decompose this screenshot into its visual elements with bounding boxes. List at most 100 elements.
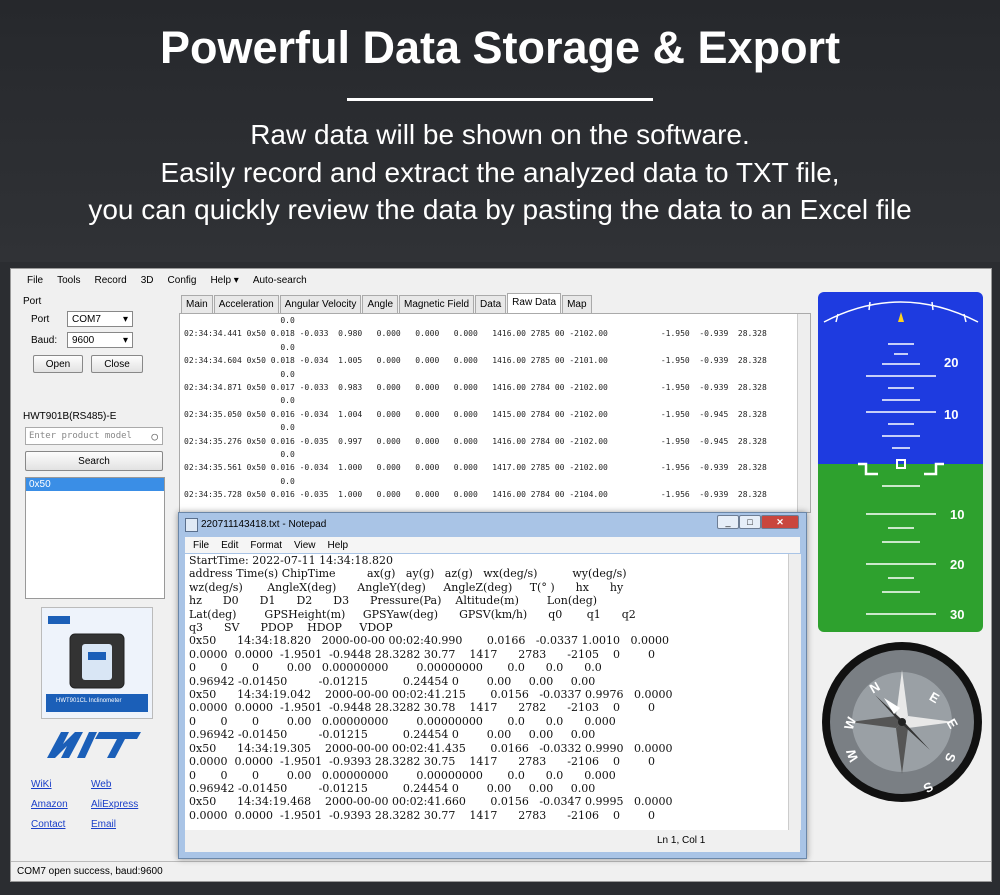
pitch-label: 20 [944,355,959,370]
menu-3d[interactable]: 3D [141,275,154,286]
notepad-title: 220711143418.txt - Notepad [201,518,327,530]
product-search-input[interactable]: Enter product model ○ [25,427,163,445]
notepad-line: 0.96942 -0.01450 -0.01215 0.24454 0 0.00… [189,781,596,795]
notepad-line: 0x50 14:34:19.042 2000-00-00 00:02:41.21… [189,688,673,702]
compass-dial: N E E S S W W [820,640,985,805]
amazon-link[interactable]: Amazon [31,799,68,810]
notepad-line: 0 0 0 0.00 0.00000000 0.00000000 0.0 0.0… [189,768,616,782]
raw-data-row: 0.0 [184,476,295,486]
notepad-line: 0.0000 0.0000 -1.9501 -0.9448 28.3282 30… [189,647,655,661]
notepad-status-bar: Ln 1, Col 1 [185,830,800,852]
port-value: COM7 [72,313,101,325]
baud-select[interactable]: 9600 ▾ [67,332,133,348]
email-link[interactable]: Email [91,819,116,830]
raw-data-row: 02:34:35.561 0x50 0.016 -0.034 1.000 0.0… [184,463,767,473]
maximize-icon[interactable]: □ [739,515,761,529]
close-icon[interactable]: ✕ [761,515,799,529]
cursor-position: Ln 1, Col 1 [657,835,706,846]
notepad-scrollbar[interactable] [788,554,801,830]
product-model-label: HWT901B(RS485)-E [23,411,117,422]
notepad-line: 0x50 14:34:19.468 2000-00-00 00:02:41.66… [189,795,673,809]
raw-data-row: 0.0 [184,316,295,325]
tab-magnetic-field[interactable]: Magnetic Field [399,295,475,315]
np-menu-format[interactable]: Format [250,540,282,551]
notepad-line: 0.96942 -0.01450 -0.01215 0.24454 0 0.00… [189,674,596,688]
pitch-label: 30 [950,607,965,622]
notepad-title-bar[interactable]: 220711143418.txt - Notepad [179,513,806,535]
tab-raw-data[interactable]: Raw Data [507,293,562,313]
tab-main[interactable]: Main [181,295,213,315]
hero-line-2: Easily record and extract the analyzed d… [160,157,840,188]
notepad-line: 0 0 0 0.00 0.00000000 0.00000000 0.0 0.0… [189,714,616,728]
np-menu-help[interactable]: Help [328,540,349,551]
np-menu-view[interactable]: View [294,540,316,551]
raw-data-row: 0.0 [184,396,295,406]
aliexpress-link[interactable]: AliExpress [91,799,138,810]
minimize-icon[interactable]: _ [717,515,739,529]
notepad-line: q3 SV PDOP HDOP VDOP [189,621,393,635]
title-divider [347,98,653,101]
list-item[interactable]: 0x50 [26,478,164,491]
search-icon[interactable]: ○ [151,430,158,443]
tab-angular-velocity[interactable]: Angular Velocity [279,295,362,315]
tab-angle[interactable]: Angle [362,295,399,315]
notepad-line: 0.0000 0.0000 -1.9501 -0.9448 28.3282 30… [189,701,655,715]
raw-data-row: 02:34:35.276 0x50 0.016 -0.035 0.997 0.0… [184,436,767,446]
notepad-line: address Time(s) ChipTime ax(g) ay(g) az(… [189,567,627,581]
chevron-down-icon: ▾ [122,313,128,325]
raw-data-row: 02:34:34.441 0x50 0.018 -0.033 0.980 0.0… [184,329,767,339]
menu-record[interactable]: Record [94,275,126,286]
device-image: HWT901CL Inclinometer [41,607,153,719]
status-bar: COM7 open success, baud:9600 [11,861,991,881]
notepad-line: 0x50 14:34:19.305 2000-00-00 00:02:41.43… [189,741,673,755]
notepad-window: 220711143418.txt - Notepad _ □ ✕ File Ed… [178,512,807,859]
pitch-label: 10 [944,407,959,422]
menu-bar: File Tools Record 3D Config Help ▾ Auto-… [11,269,827,291]
raw-data-row: 0.0 [184,342,295,352]
notepad-line: 0.96942 -0.01450 -0.01215 0.24454 0 0.00… [189,728,596,742]
raw-data-row: 0.0 [184,450,295,459]
hero-line-3: you can quickly review the data by pasti… [88,194,912,225]
raw-data-row: 02:34:35.728 0x50 0.016 -0.035 1.000 0.0… [184,490,767,500]
tab-map[interactable]: Map [562,295,592,315]
notepad-line: hz D0 D1 D2 D3 Pressure(Pa) Altitude(m) … [189,594,598,608]
notepad-line: 0 0 0 0.00 0.00000000 0.00000000 0.0 0.0… [189,661,602,675]
hero-title: Powerful Data Storage & Export [159,22,841,73]
menu-config[interactable]: Config [168,275,197,286]
tab-acceleration[interactable]: Acceleration [213,295,279,315]
menu-auto-search[interactable]: Auto-search [253,275,307,286]
tab-data[interactable]: Data [475,295,507,315]
raw-scrollbar[interactable] [797,314,810,512]
raw-data-row: 0.0 [184,423,295,433]
tab-bar: Main Acceleration Angular Velocity Angle… [181,293,593,315]
notepad-line: StartTime: 2022-07-11 14:34:18.820 [189,554,394,567]
raw-data-pane[interactable]: 0.0 02:34:34.441 0x50 0.018 -0.033 0.980 … [179,313,811,513]
menu-help[interactable]: Help ▾ [210,275,238,286]
notepad-icon [185,518,198,532]
port-label: Port [31,313,50,325]
np-menu-edit[interactable]: Edit [221,540,238,551]
notepad-line: 0x50 14:34:18.820 2000-00-00 00:02:40.99… [189,634,670,648]
notepad-text-area[interactable]: StartTime: 2022-07-11 14:34:18.820 addres… [185,554,788,830]
raw-data-row: 02:34:35.050 0x50 0.016 -0.034 1.004 0.0… [184,409,767,419]
close-button[interactable]: Close [91,355,143,373]
port-group-label: Port [23,296,42,307]
baud-value: 9600 [72,334,95,346]
search-button[interactable]: Search [25,451,163,471]
notepad-line: 0.0000 0.0000 -1.9501 -0.9393 28.3282 30… [189,808,655,822]
device-list[interactable]: 0x50 [25,477,165,599]
wiki-link[interactable]: WiKi [31,779,52,790]
open-button[interactable]: Open [33,355,83,373]
port-select[interactable]: COM7 ▾ [67,311,133,327]
web-link[interactable]: Web [91,779,111,790]
raw-data-row: 0.0 [184,369,295,379]
pitch-label: 10 [950,507,965,522]
menu-file[interactable]: File [27,275,43,286]
contact-link[interactable]: Contact [31,819,65,830]
notepad-line: Lat(deg) GPSHeight(m) GPSYaw(deg) GPSV(k… [189,607,636,621]
pitch-label: 20 [950,557,965,572]
np-menu-file[interactable]: File [193,540,209,551]
raw-data-row: 02:34:34.604 0x50 0.018 -0.034 1.005 0.0… [184,356,767,366]
menu-tools[interactable]: Tools [57,275,80,286]
raw-data-row: 02:34:34.871 0x50 0.017 -0.033 0.983 0.0… [184,383,767,392]
